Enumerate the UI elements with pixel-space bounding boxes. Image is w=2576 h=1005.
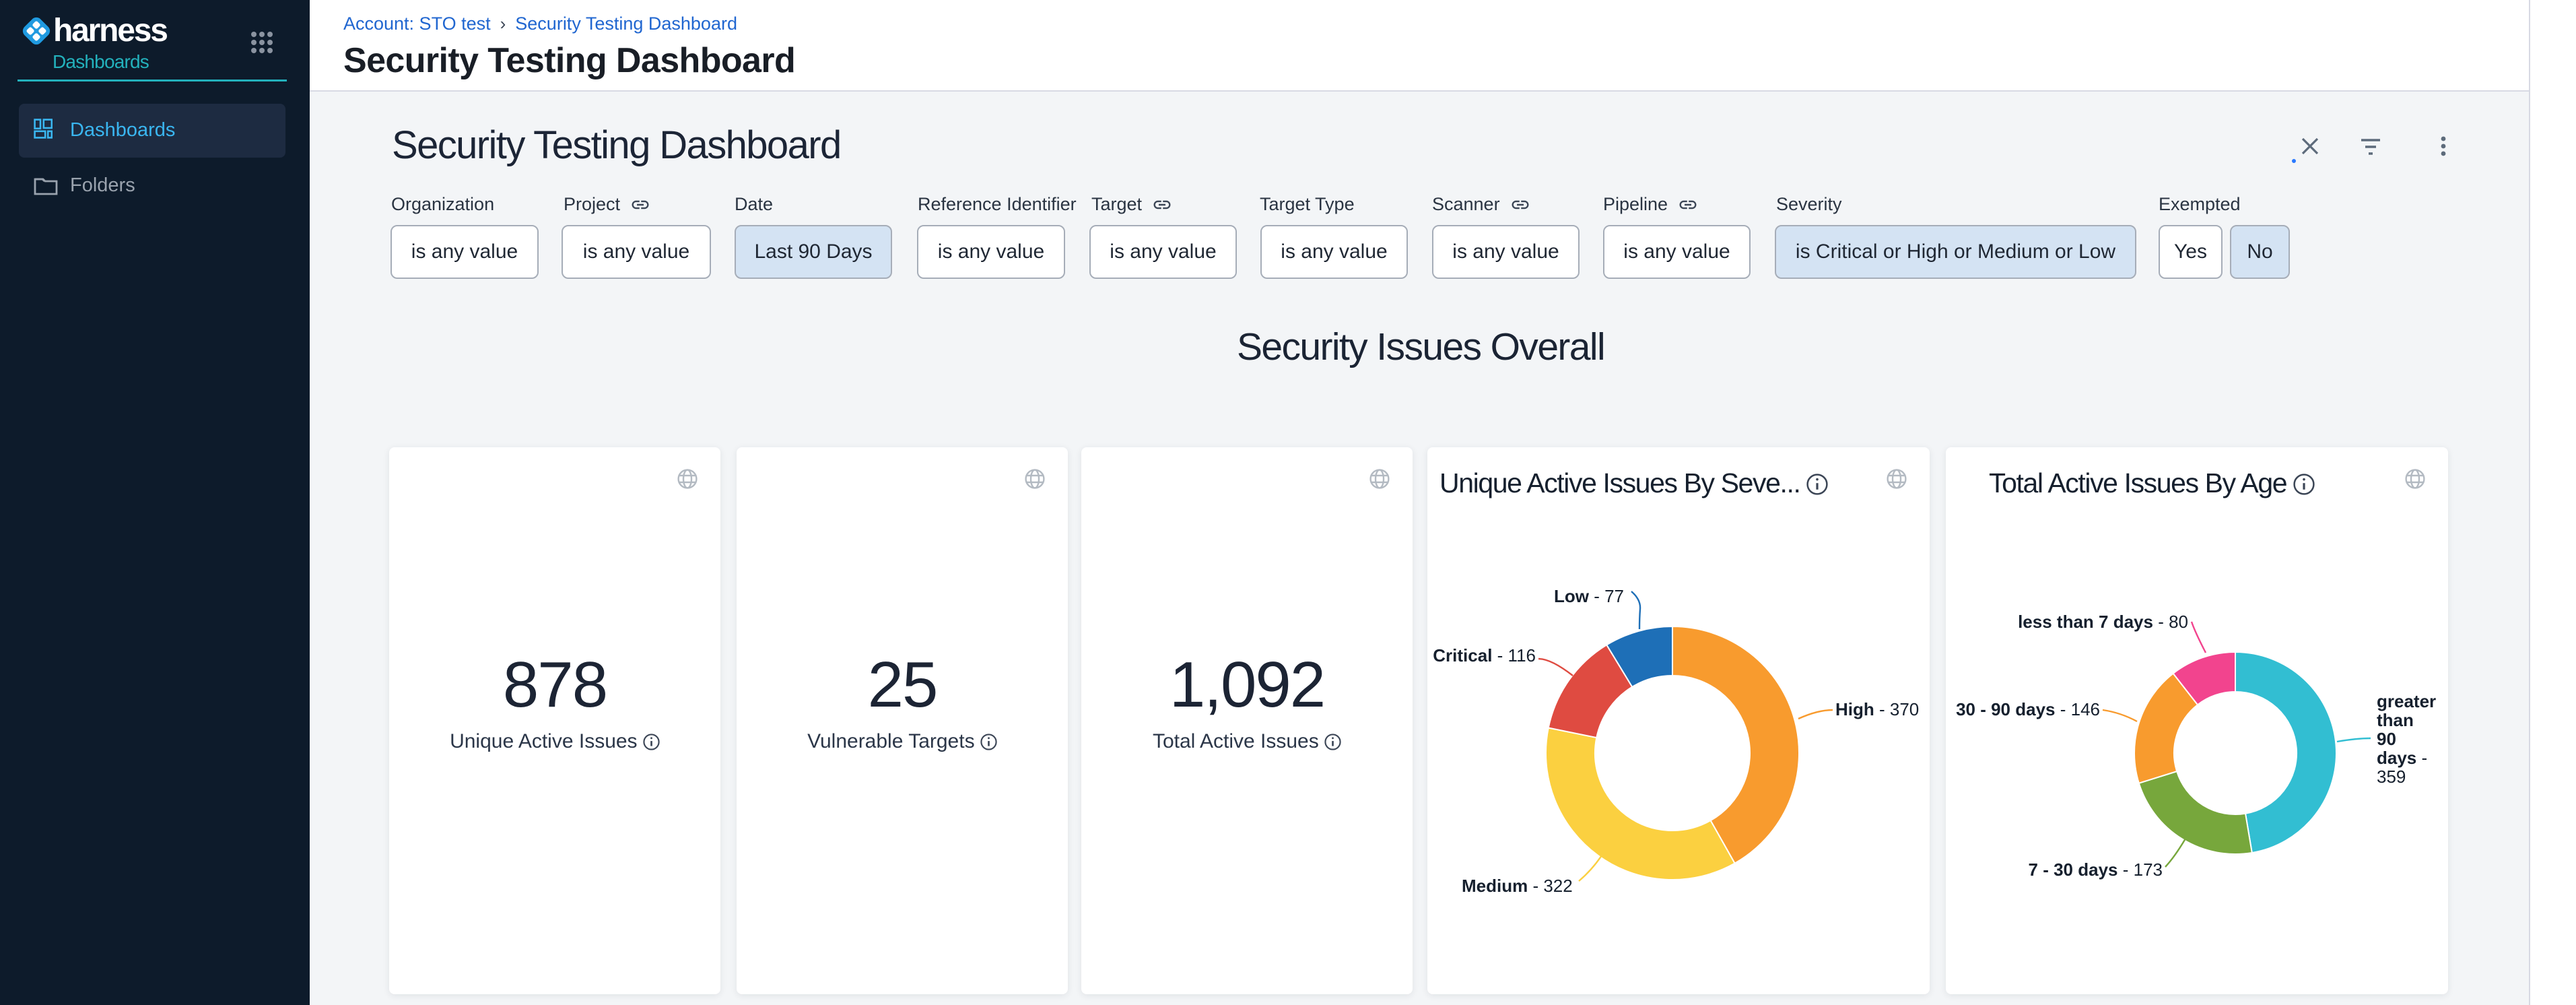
- svg-text:359: 359: [2377, 767, 2406, 787]
- svg-text:Critical - 116: Critical - 116: [1433, 645, 1536, 666]
- svg-text:7 - 30 days - 173: 7 - 30 days - 173: [2029, 860, 2163, 880]
- svg-text:90: 90: [2377, 729, 2396, 749]
- svg-text:than: than: [2377, 710, 2414, 730]
- svg-text:greater: greater: [2377, 691, 2436, 711]
- svg-text:less than 7 days - 80: less than 7 days - 80: [2018, 612, 2188, 632]
- svg-text:Low - 77: Low - 77: [1554, 586, 1624, 606]
- svg-text:30 - 90 days - 146: 30 - 90 days - 146: [1956, 699, 2100, 719]
- svg-text:days -: days -: [2377, 748, 2427, 768]
- svg-text:Medium - 322: Medium - 322: [1462, 876, 1573, 896]
- svg-text:High - 370: High - 370: [1835, 699, 1919, 719]
